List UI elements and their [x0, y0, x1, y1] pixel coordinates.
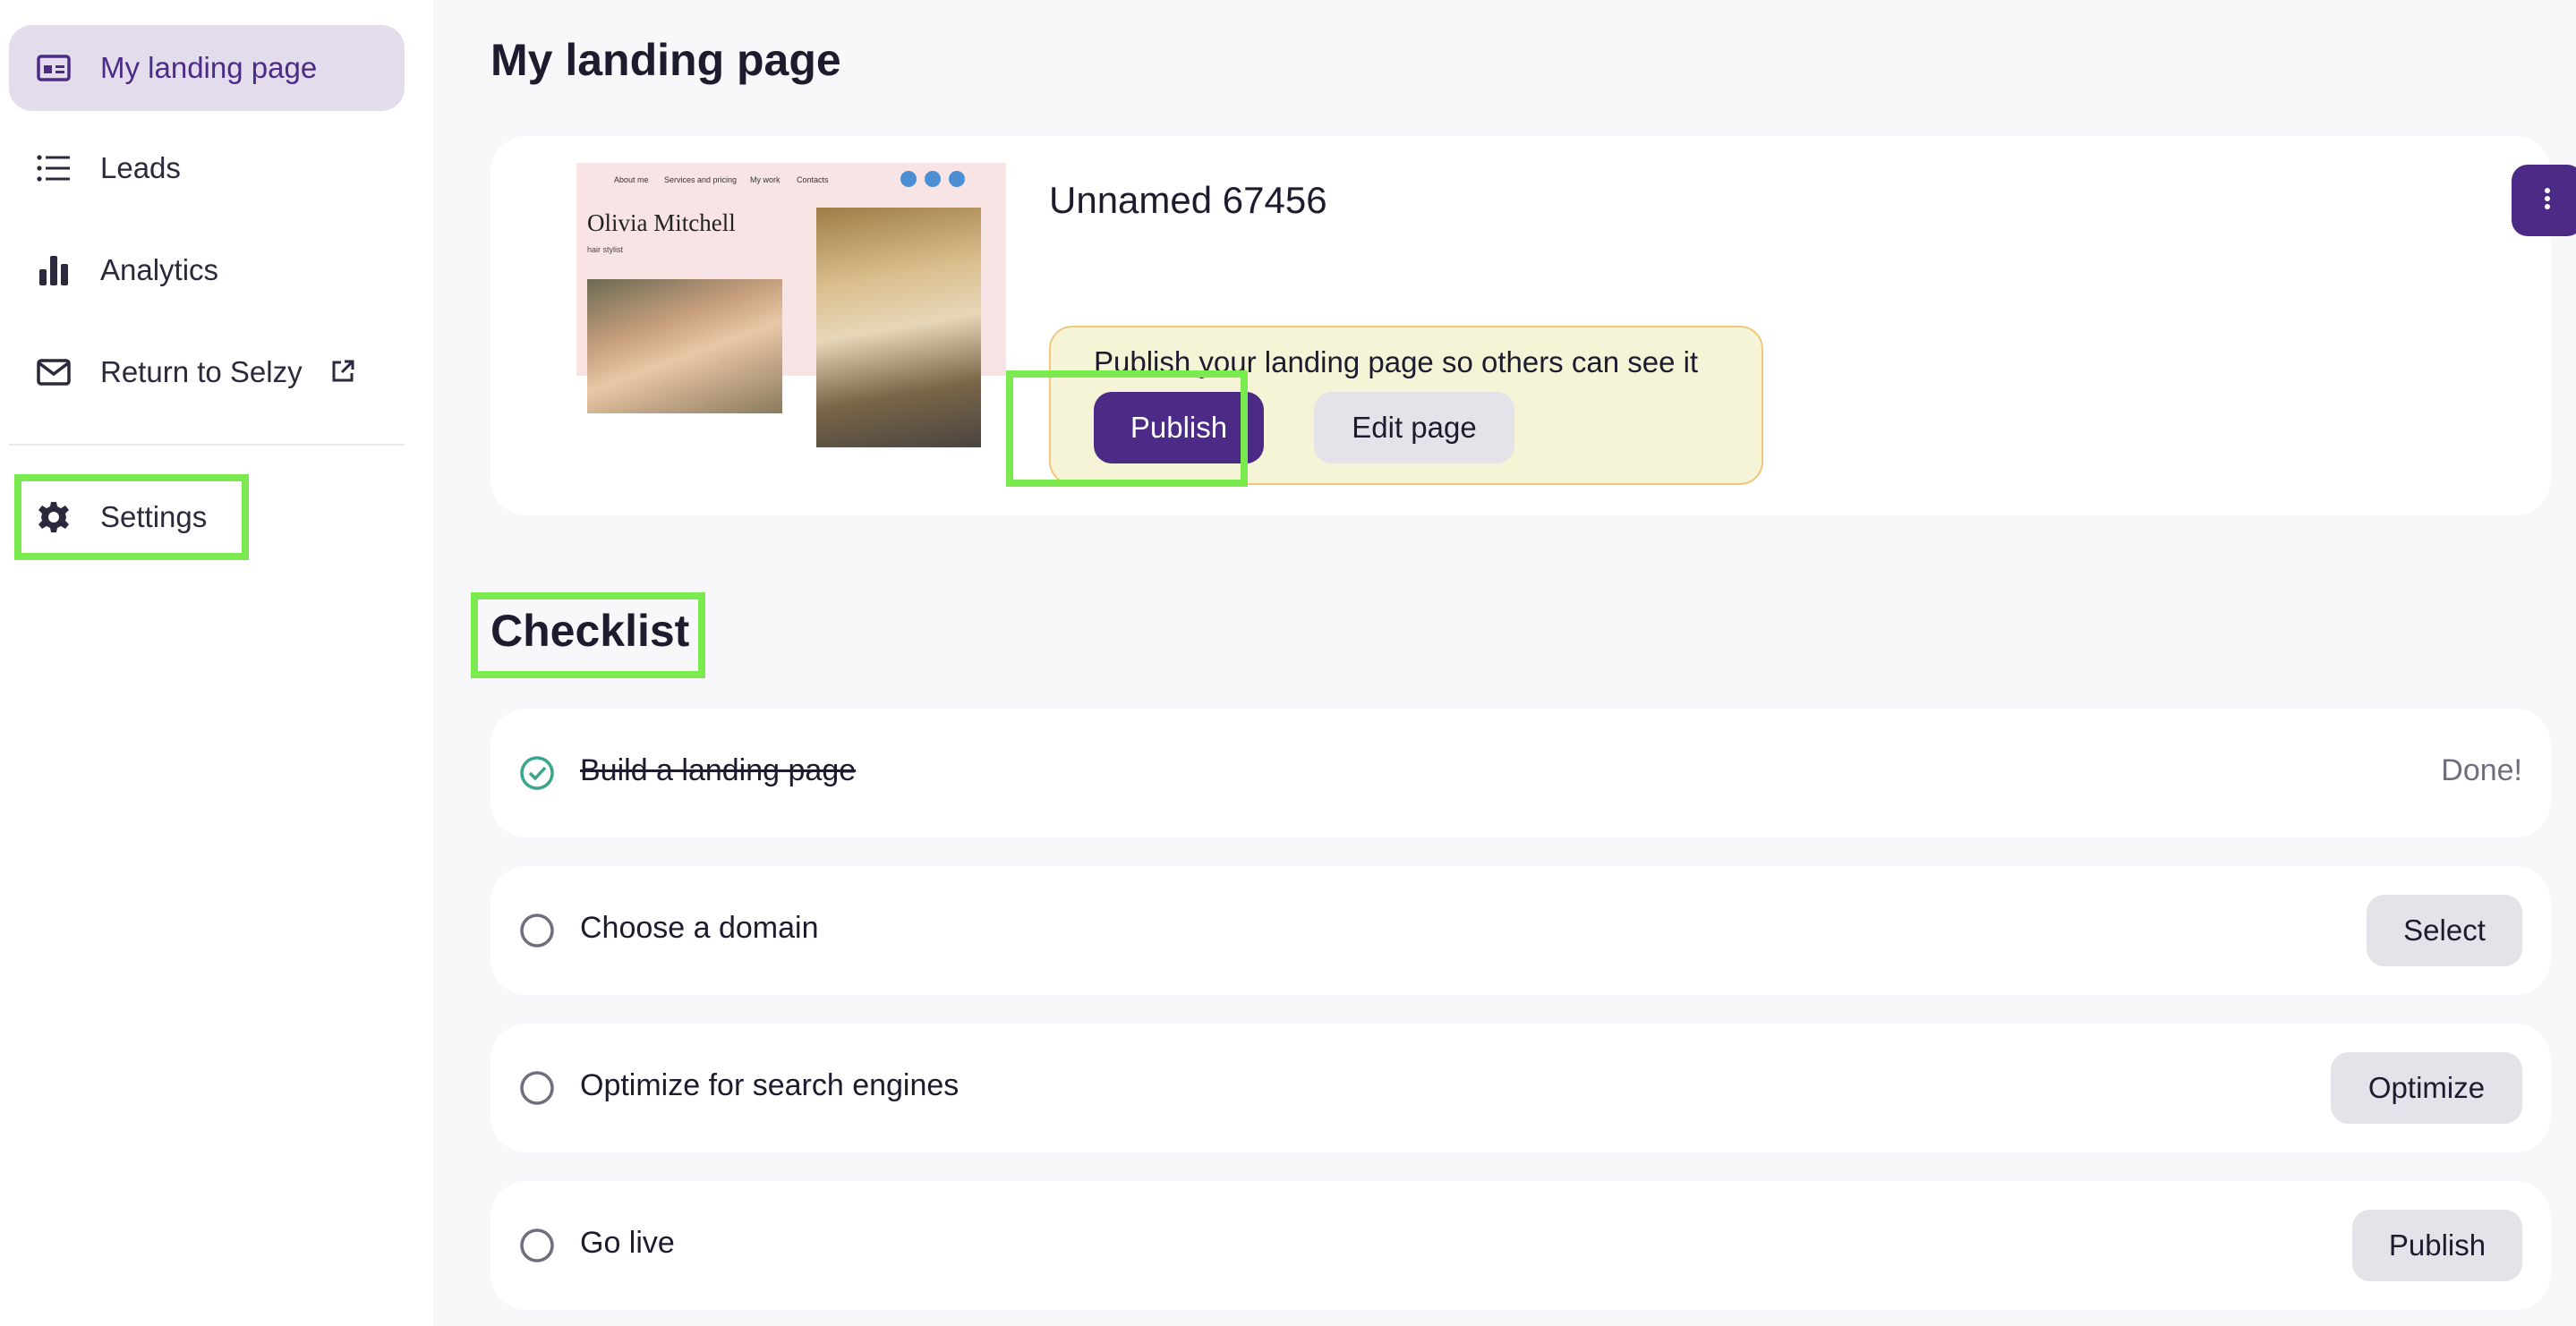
- sidebar-item-label: My landing page: [100, 51, 318, 84]
- more-options-button[interactable]: [2512, 165, 2576, 236]
- sidebar-item-label: Leads: [100, 151, 181, 184]
- checklist-item-label: Optimize for search engines: [580, 1068, 960, 1102]
- publish-notice-text: Publish your landing page so others can …: [1094, 345, 1699, 378]
- social-icon: [925, 171, 941, 187]
- checklist-item: Optimize for search engines Optimize: [490, 1024, 2551, 1152]
- checklist-item: Build a landing page Done!: [490, 709, 2551, 837]
- sidebar-item-leads[interactable]: Leads: [9, 125, 405, 211]
- page-title: My landing page: [490, 35, 841, 85]
- sidebar-item-label: Settings: [100, 500, 208, 533]
- edit-page-button[interactable]: Edit page: [1314, 392, 1514, 463]
- sidebar-divider: [9, 444, 405, 446]
- checklist-item-label: Build a landing page: [580, 753, 857, 787]
- mail-icon: [34, 353, 73, 392]
- list-icon: [34, 149, 73, 188]
- sidebar-item-label: Return to Selzy: [100, 355, 303, 388]
- sidebar: My landing page Leads Analytics Return t…: [0, 0, 433, 1326]
- publish-notice: Publish your landing page so others can …: [1049, 326, 1763, 485]
- bar-chart-icon: [34, 251, 73, 290]
- thumbnail-name: Olivia Mitchell: [587, 209, 736, 236]
- sidebar-item-label: Analytics: [100, 253, 219, 286]
- thumbnail-nav-item: Contacts: [797, 175, 829, 184]
- check-circle-icon: [519, 755, 555, 791]
- empty-circle-icon[interactable]: [519, 913, 555, 948]
- external-link-icon: [329, 358, 358, 387]
- thumbnail-nav-item: Services and pricing: [664, 175, 738, 184]
- checklist-item-label: Choose a domain: [580, 911, 819, 945]
- landing-page-icon: [34, 48, 73, 88]
- thumbnail-photo: [816, 208, 981, 447]
- checklist-item: Choose a domain Select: [490, 866, 2551, 995]
- landing-page-name: Unnamed 67456: [1049, 179, 1327, 221]
- thumbnail-subtitle: hair stylist: [587, 245, 624, 254]
- more-vertical-icon: [2544, 187, 2551, 215]
- optimize-button[interactable]: Optimize: [2331, 1052, 2522, 1124]
- empty-circle-icon[interactable]: [519, 1070, 555, 1106]
- select-domain-button[interactable]: Select: [2367, 895, 2522, 966]
- checklist-item: Go live Publish: [490, 1181, 2551, 1310]
- social-icon: [900, 171, 917, 187]
- checklist-item-status: Done!: [2441, 753, 2522, 787]
- sidebar-item-settings[interactable]: Settings: [9, 474, 405, 560]
- main-content: My landing page About me Services and pr…: [433, 0, 2576, 1326]
- publish-button[interactable]: Publish: [1094, 392, 1264, 463]
- sidebar-item-return-to-selzy[interactable]: Return to Selzy: [9, 329, 405, 415]
- landing-page-card: About me Services and pricing My work Co…: [490, 136, 2576, 515]
- checklist-item-label: Go live: [580, 1226, 675, 1260]
- sidebar-item-my-landing-page[interactable]: My landing page: [9, 25, 405, 111]
- sidebar-item-analytics[interactable]: Analytics: [9, 227, 405, 313]
- thumbnail-nav-item: About me: [614, 175, 649, 184]
- checklist-title: Checklist: [490, 606, 690, 656]
- landing-page-thumbnail[interactable]: About me Services and pricing My work Co…: [576, 163, 1006, 447]
- social-icon: [949, 171, 965, 187]
- thumbnail-nav-item: My work: [750, 175, 780, 184]
- app: My landing page Leads Analytics Return t…: [0, 0, 2576, 1326]
- go-live-publish-button[interactable]: Publish: [2352, 1210, 2522, 1281]
- gear-icon: [34, 497, 73, 537]
- thumbnail-photo: [587, 279, 782, 413]
- empty-circle-icon[interactable]: [519, 1228, 555, 1263]
